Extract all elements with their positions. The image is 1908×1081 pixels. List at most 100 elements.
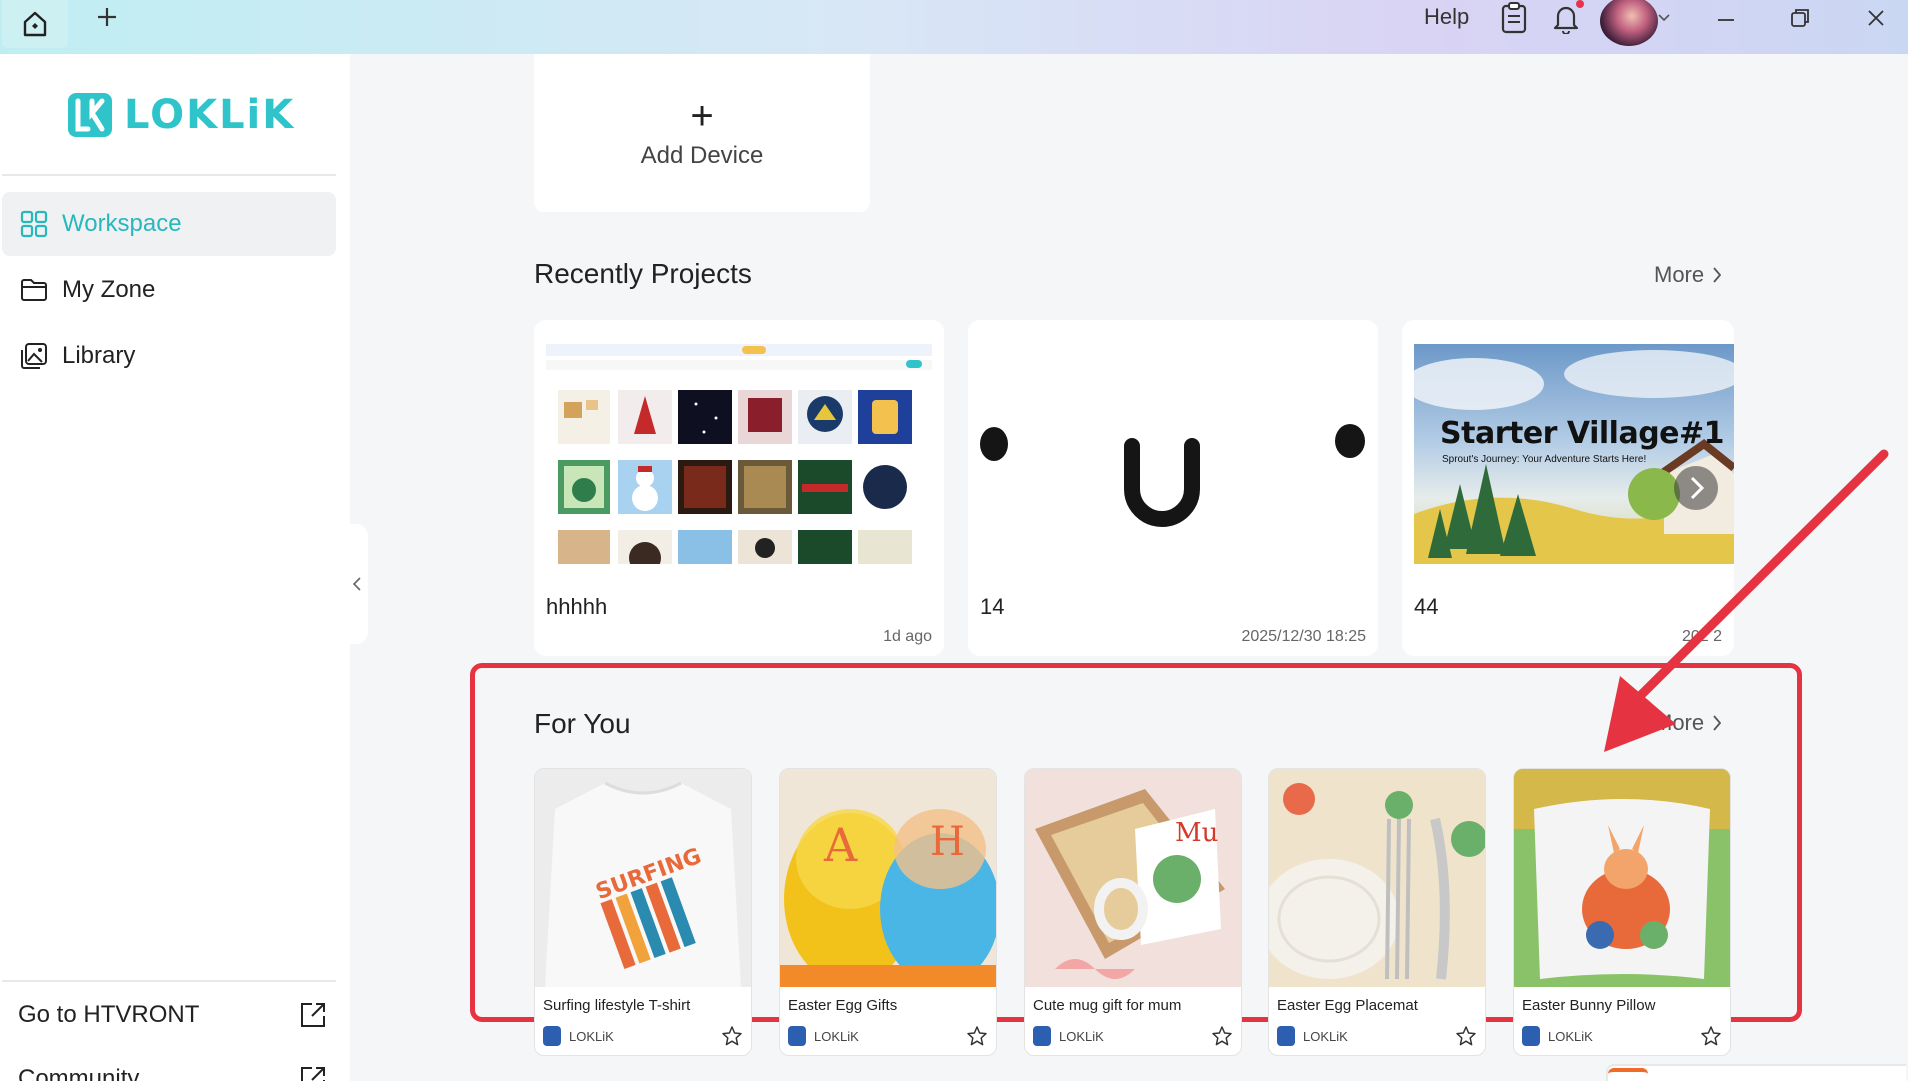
chevron-right-icon — [1713, 715, 1722, 731]
avatar — [1277, 1026, 1295, 1046]
link-label: Go to HTVRONT — [18, 1001, 200, 1028]
chevron-left-icon — [352, 577, 361, 591]
orange-icon — [1608, 1068, 1648, 1081]
card-title: Easter Egg Gifts — [788, 997, 898, 1014]
new-tab-button[interactable] — [92, 2, 122, 32]
star-icon[interactable] — [1211, 1025, 1233, 1047]
grid-icon — [20, 210, 48, 238]
for-you-title: For You — [534, 708, 631, 739]
project-name: 44 — [1414, 594, 1439, 619]
project-thumbnail: Starter Village#1 Sprout's Journey: Your… — [1414, 344, 1734, 564]
sidebar: LOKLiK Workspace My Zone Library Go to H… — [0, 54, 350, 1081]
card-author: LOKLiK — [543, 1026, 614, 1046]
avatar — [1033, 1026, 1051, 1046]
folder-icon — [21, 279, 47, 301]
card-image — [1514, 769, 1730, 987]
sidebar-item-my-zone[interactable]: My Zone — [2, 258, 336, 322]
card-author: LOKLiK — [1277, 1026, 1348, 1046]
add-device-button[interactable]: + Add Device — [534, 54, 870, 212]
close-icon — [1868, 10, 1884, 26]
for-you-more-link[interactable]: More — [1654, 710, 1722, 736]
svg-text:Mu: Mu — [1175, 818, 1218, 848]
project-card[interactable]: Starter Village#1 Sprout's Journey: Your… — [1402, 320, 1734, 656]
card-image: SURFING — [535, 769, 751, 987]
card-title: Cute mug gift for mum — [1033, 997, 1182, 1014]
project-card[interactable]: hhhhh 1d ago — [534, 320, 944, 656]
external-link-icon — [301, 1003, 325, 1027]
thumbnail-subtitle: Sprout's Journey: Your Adventure Starts … — [1442, 454, 1647, 465]
community-link[interactable]: Community — [18, 1064, 328, 1081]
chevron-right-icon — [1713, 267, 1722, 283]
close-button[interactable] — [1858, 0, 1894, 36]
for-you-card[interactable]: Mu Cute mug gift for mum LOKLiK — [1024, 768, 1242, 1056]
avatar — [788, 1026, 806, 1046]
logo[interactable]: LOKLiK — [68, 92, 295, 138]
plus-icon: + — [690, 94, 714, 138]
minimize-button[interactable] — [1708, 0, 1744, 36]
sidebar-item-label: Workspace — [62, 210, 182, 237]
for-you-card[interactable]: SURFING Surfing lifestyle T-shirt LOKLiK — [534, 768, 752, 1056]
sidebar-item-label: Library — [62, 342, 136, 369]
thumbnail-title: Starter Village#1 — [1440, 416, 1725, 451]
card-author: LOKLiK — [788, 1026, 859, 1046]
chevron-down-icon[interactable] — [1652, 0, 1676, 36]
card-author: LOKLiK — [1033, 1026, 1104, 1046]
clipboard-icon[interactable] — [1496, 0, 1532, 36]
recent-projects-title: Recently Projects — [534, 258, 752, 289]
author-name: LOKLiK — [1548, 1028, 1593, 1044]
notification-badge — [1576, 0, 1584, 8]
divider — [2, 174, 336, 176]
collapse-sidebar-button[interactable] — [346, 524, 368, 644]
project-name: hhhhh — [546, 594, 608, 619]
sidebar-item-workspace[interactable]: Workspace — [2, 192, 336, 256]
plus-icon — [98, 8, 116, 26]
logo-text: LOKLiK — [124, 92, 296, 138]
for-you-card[interactable]: A H Easter Egg Gifts LOKLiK — [779, 768, 997, 1056]
author-name: LOKLiK — [569, 1028, 614, 1044]
link-label: Community — [18, 1065, 140, 1081]
star-icon[interactable] — [1700, 1025, 1722, 1047]
star-icon[interactable] — [721, 1025, 743, 1047]
gallery-icon — [21, 343, 47, 369]
avatar — [1522, 1026, 1540, 1046]
restore-button[interactable] — [1782, 0, 1818, 36]
card-title: Easter Egg Placemat — [1277, 997, 1418, 1014]
recent-more-link[interactable]: More — [1654, 262, 1722, 288]
card-title: Surfing lifestyle T-shirt — [543, 997, 691, 1014]
card-image — [1269, 769, 1485, 987]
divider — [2, 980, 336, 982]
author-name: LOKLiK — [1059, 1028, 1104, 1044]
star-icon[interactable] — [966, 1025, 988, 1047]
external-link-icon — [301, 1067, 325, 1081]
author-name: LOKLiK — [1303, 1028, 1348, 1044]
project-thumbnail — [546, 344, 932, 564]
project-date: 1d ago — [883, 628, 932, 645]
author-name: LOKLiK — [814, 1028, 859, 1044]
card-author: LOKLiK — [1522, 1026, 1593, 1046]
home-tab[interactable] — [2, 0, 68, 48]
project-date: 202 2 — [1681, 628, 1722, 645]
for-you-card[interactable]: Easter Egg Placemat LOKLiK — [1268, 768, 1486, 1056]
add-device-label: Add Device — [640, 142, 764, 169]
avatar — [543, 1026, 561, 1046]
for-you-card[interactable]: Easter Bunny Pillow LOKLiK — [1513, 768, 1731, 1056]
project-name: 14 — [980, 594, 1005, 619]
go-to-htvront-link[interactable]: Go to HTVRONT — [18, 1000, 328, 1030]
help-button[interactable]: Help — [1424, 4, 1469, 30]
svg-text:H: H — [930, 819, 965, 865]
home-icon — [23, 11, 47, 37]
star-icon[interactable] — [1455, 1025, 1477, 1047]
sidebar-item-library[interactable]: Library — [2, 324, 336, 388]
project-card[interactable]: 14 2025/12/30 18:25 — [968, 320, 1378, 656]
more-label: More — [1654, 262, 1705, 287]
sidebar-item-label: My Zone — [62, 276, 156, 303]
logo-mark-icon — [68, 93, 112, 137]
avatar[interactable] — [1600, 0, 1658, 46]
partial-toast — [1606, 1064, 1906, 1081]
card-title: Easter Bunny Pillow — [1522, 997, 1656, 1014]
card-image: Mu — [1025, 769, 1241, 987]
title-bar: Help — [0, 0, 1908, 54]
project-thumbnail — [980, 344, 1366, 564]
more-label: More — [1654, 710, 1705, 735]
card-image: A H — [780, 769, 996, 987]
